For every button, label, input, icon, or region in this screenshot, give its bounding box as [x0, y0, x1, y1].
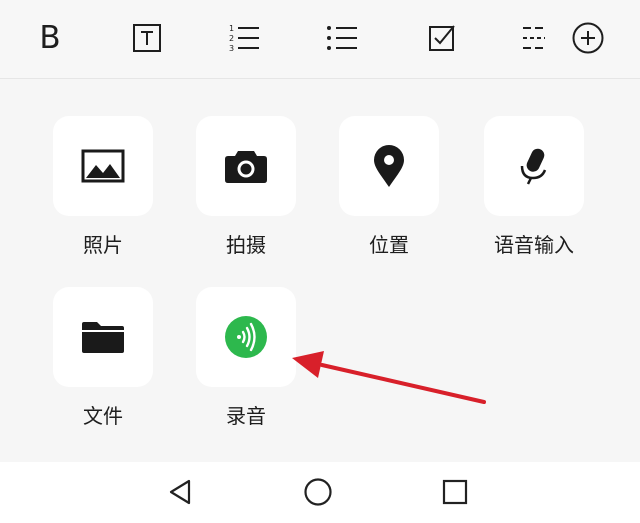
recents-button[interactable]: [433, 472, 477, 512]
svg-text:2: 2: [229, 34, 234, 43]
photo-tile: [53, 116, 153, 216]
numbered-list-icon: 1 2 3: [229, 24, 259, 53]
system-navigation-bar: [0, 462, 640, 523]
svg-text:3: 3: [229, 44, 234, 53]
attachment-camera[interactable]: 拍摄: [196, 116, 296, 258]
back-triangle-icon: [169, 479, 191, 505]
add-circle-icon: [572, 22, 604, 54]
attachment-label: 文件: [83, 404, 123, 428]
text-style-icon: [133, 24, 161, 52]
attachment-label: 照片: [83, 233, 123, 257]
voice-recording-icon: [225, 316, 267, 358]
folder-icon: [82, 322, 124, 353]
home-button[interactable]: [296, 472, 340, 512]
location-pin-icon: [374, 145, 404, 187]
home-circle-icon: [304, 478, 332, 506]
formatting-toolbar: B 1 2 3: [0, 0, 640, 79]
attachment-label: 位置: [369, 233, 409, 257]
attachment-location[interactable]: 位置: [339, 116, 439, 258]
attachment-label: 拍摄: [226, 233, 266, 257]
add-button[interactable]: [566, 16, 610, 60]
back-button[interactable]: [158, 472, 202, 512]
attachment-label: 录音: [226, 404, 266, 428]
photo-icon: [81, 149, 125, 183]
file-tile: [53, 287, 153, 387]
text-style-button[interactable]: [125, 16, 169, 60]
location-tile: [339, 116, 439, 216]
numbered-list-button[interactable]: 1 2 3: [222, 16, 266, 60]
checkbox-button[interactable]: [420, 16, 464, 60]
svg-text:1: 1: [229, 24, 234, 33]
attachment-label: 语音输入: [494, 233, 574, 257]
attachment-recording[interactable]: 录音: [196, 287, 296, 429]
camera-icon: [225, 151, 267, 183]
bold-button[interactable]: B: [28, 16, 72, 60]
bulleted-list-button[interactable]: [320, 16, 364, 60]
bold-icon: B: [39, 19, 61, 56]
attachment-photo[interactable]: 照片: [53, 116, 153, 258]
checkbox-icon: [429, 25, 455, 51]
recents-square-icon: [442, 479, 468, 505]
recording-tile: [196, 287, 296, 387]
bulleted-list-icon: [327, 26, 357, 50]
attachment-voice-input[interactable]: 语音输入: [484, 116, 584, 258]
attachment-file[interactable]: 文件: [53, 287, 153, 429]
attachment-panel: 照片 拍摄 位置 语音输入 文件 录音: [0, 79, 640, 462]
microphone-icon: [520, 148, 547, 185]
voice-input-tile: [484, 116, 584, 216]
divider-button[interactable]: [512, 16, 556, 60]
camera-tile: [196, 116, 296, 216]
divider-icon: [523, 27, 545, 49]
